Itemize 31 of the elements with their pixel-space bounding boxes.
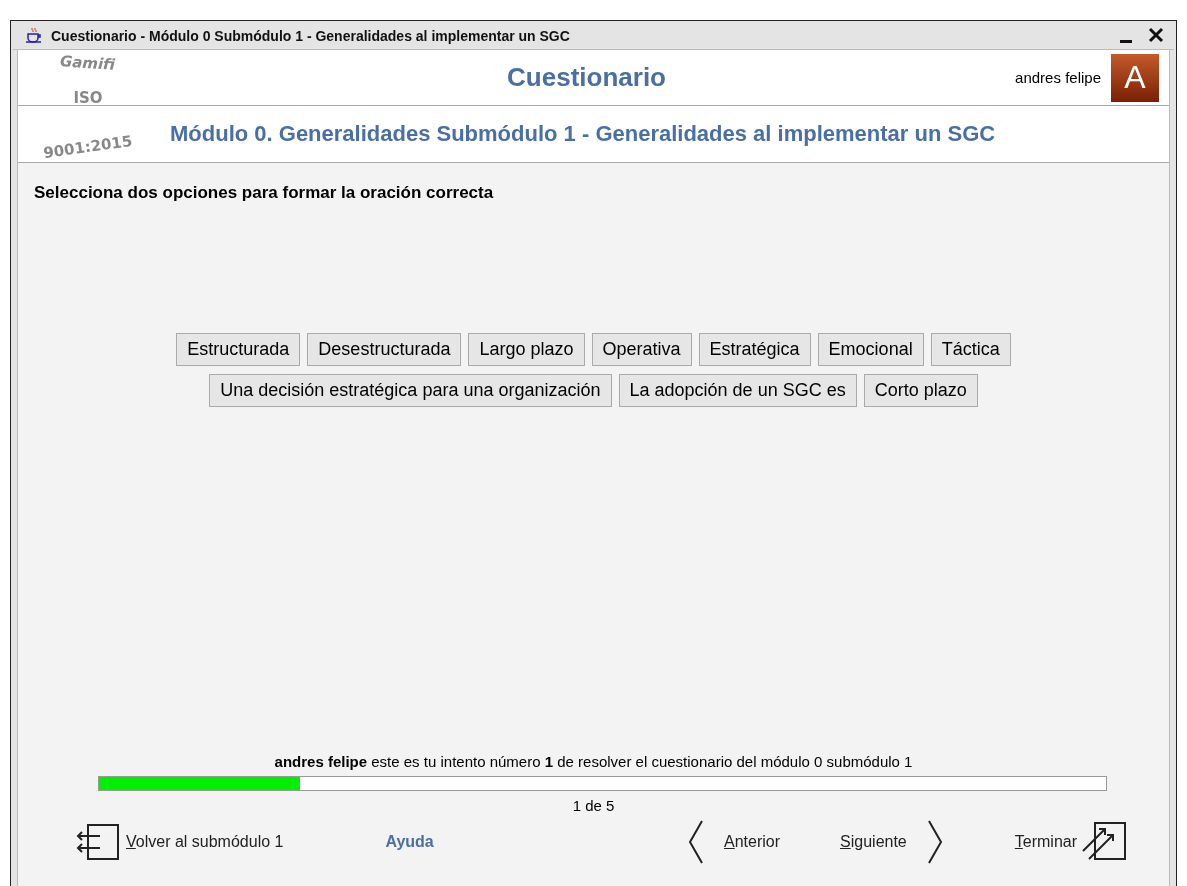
back-button[interactable]: Volver al submódulo 1: [76, 822, 284, 862]
option-button[interactable]: La adopción de un SGC es: [618, 374, 857, 407]
instruction-text: Selecciona dos opciones para formar la oración correcta: [34, 183, 495, 203]
exit-arrows-icon: [76, 822, 122, 862]
coffee-cup-icon: [25, 27, 43, 45]
option-button[interactable]: Corto plazo: [863, 374, 978, 407]
option-button[interactable]: Operativa: [591, 333, 692, 366]
option-button[interactable]: Táctica: [930, 333, 1011, 366]
help-link[interactable]: Ayuda: [379, 832, 440, 852]
attempt-text: andres felipe este es tu intento número 1 de resolver el cuestionario del módulo 0 submódulo 1: [273, 753, 914, 770]
next-button[interactable]: Siguiente: [840, 819, 945, 865]
option-button[interactable]: Estratégica: [698, 333, 811, 366]
option-button[interactable]: Estructurada: [176, 333, 301, 366]
window-title: Cuestionario - Módulo 0 Submódulo 1 - Generalidades al implementar un SGC: [51, 28, 571, 44]
close-icon: [1148, 27, 1164, 43]
previous-button[interactable]: Anterior: [686, 819, 781, 865]
logo-text: 9001:2015: [42, 131, 134, 163]
user-avatar: A: [1111, 53, 1159, 102]
logo-text: ISO: [73, 89, 103, 107]
option-button[interactable]: Una decisión estratégica para una organización: [209, 374, 612, 407]
finish-button[interactable]: Terminar: [1014, 821, 1129, 863]
module-title: Módulo 0. Generalidades Submódulo 1 - Generalidades al implementar un SGC: [169, 121, 997, 147]
option-button[interactable]: Emocional: [817, 333, 924, 366]
user-name: andres felipe: [1015, 69, 1101, 86]
logo-text: Gamifi: [59, 52, 117, 74]
finish-arrows-icon: [1081, 821, 1129, 863]
option-button[interactable]: Desestructurada: [307, 333, 462, 366]
option-button[interactable]: Largo plazo: [468, 333, 585, 366]
page-title: Cuestionario: [506, 62, 667, 93]
minimize-icon: [1120, 40, 1132, 43]
progress-count: 1 de 5: [571, 797, 616, 814]
